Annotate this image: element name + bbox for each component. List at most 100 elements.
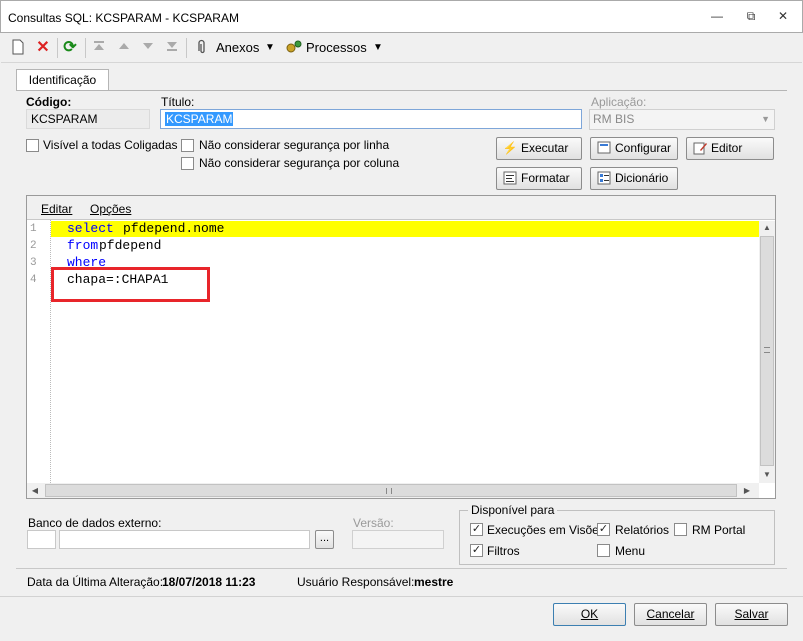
horizontal-scrollbar[interactable]: ◀ ▶ [27,483,759,498]
banco-code-input[interactable] [27,530,56,549]
codigo-field: KCSPARAM [26,109,150,129]
configure-icon [596,141,612,156]
delete-icon[interactable]: ✕ [34,39,52,57]
editor-menubar: Editar Opções [27,196,775,220]
code-line: 1 select pfdepend.nome [27,221,759,238]
versao-label: Versão: [353,516,394,530]
configurar-button[interactable]: Configurar [590,137,678,160]
code-keyword: select [67,221,114,236]
nao-seg-linha-label: Não considerar segurança por linha [199,138,390,152]
format-icon [502,171,518,186]
visivel-label: Visível a todas Coligadas [43,138,178,152]
banco-browse-button[interactable]: ... [315,530,334,549]
disponivel-title: Disponível para [468,503,558,517]
grip-icon [386,488,392,494]
menu-label: Menu [615,544,646,558]
relatorios-label: Relatórios [615,523,670,537]
banco-label: Banco de dados externo: [28,516,162,530]
processos-menu[interactable]: Processos [306,40,367,55]
tab-identificacao[interactable]: Identificação [16,69,109,91]
menu-checkbox[interactable] [597,544,610,557]
ok-button[interactable]: OK [553,603,626,626]
usuario-label: Usuário Responsável: [297,575,415,589]
filtros-checkbox[interactable]: ✓ [470,544,483,557]
relatorios-checkbox[interactable]: ✓ [597,523,610,536]
formatar-label: Formatar [521,171,570,185]
window-titlebar: Consultas SQL: KCSPARAM - KCSPARAM — ⧉ ✕ [0,0,803,33]
line-number: 3 [30,257,37,269]
execucoes-label: Execuções em Visões [487,523,605,537]
usuario-value: mestre [414,575,454,589]
horizontal-scroll-thumb[interactable] [45,484,737,497]
execucoes-checkbox[interactable]: ✓ [470,523,483,536]
nao-seg-coluna-checkbox[interactable] [181,157,194,170]
code-line: 2 from pfdepend [27,238,759,255]
line-number: 4 [30,274,37,286]
scroll-right-icon[interactable]: ▶ [739,483,755,498]
annotation-highlight-box [51,267,210,302]
configurar-label: Configurar [615,141,672,155]
first-record-icon[interactable] [90,39,108,57]
nao-seg-linha-checkbox[interactable] [181,139,194,152]
banco-name-input[interactable] [59,530,310,549]
scroll-up-icon[interactable]: ▲ [759,221,775,235]
titulo-label: Título: [161,95,195,109]
vertical-scroll-thumb[interactable] [760,236,774,466]
code-text: pfdepend.nome [123,221,225,236]
new-document-icon[interactable] [9,39,27,57]
anexos-dropdown-icon[interactable]: ▼ [265,42,275,53]
versao-input [352,530,444,549]
minimize-icon[interactable]: — [707,9,727,25]
rm-portal-label: RM Portal [692,523,746,537]
restore-icon[interactable]: ⧉ [741,9,761,25]
footer-divider [0,596,803,597]
cancelar-button[interactable]: Cancelar [634,603,707,626]
codigo-label: Código: [26,95,72,109]
processos-dropdown-icon[interactable]: ▼ [373,42,383,53]
next-record-icon[interactable] [139,39,157,57]
executar-button[interactable]: ⚡ Executar [496,137,582,160]
scroll-left-icon[interactable]: ◀ [27,483,43,498]
aplicacao-dropdown-icon: ▼ [761,114,770,124]
nao-seg-coluna-label: Não considerar segurança por coluna [199,156,400,170]
titulo-input[interactable]: KCSPARAM [160,109,582,129]
grip-icon [764,347,770,353]
dicionario-button[interactable]: Dicionário [590,167,678,190]
visivel-checkbox[interactable] [26,139,39,152]
anexos-menu[interactable]: Anexos [216,40,259,55]
gears-icon[interactable] [285,39,303,57]
editor-menu-opcoes[interactable]: Opções [90,202,131,216]
toolbar: ✕ ⟳ Anexos ▼ Processos ▼ [1,33,802,63]
editor-button[interactable]: Editor [686,137,774,160]
aplicacao-value: RM BIS [593,112,635,126]
data-alteracao-label: Data da Última Alteração: [27,575,164,589]
dictionary-icon [596,171,612,186]
scroll-down-icon[interactable]: ▼ [759,468,775,482]
editor-label: Editor [711,141,743,155]
formatar-button[interactable]: Formatar [496,167,582,190]
refresh-icon[interactable]: ⟳ [61,39,79,57]
code-keyword: from [67,238,99,253]
paperclip-icon[interactable] [193,39,211,57]
vertical-scrollbar[interactable]: ▲ ▼ [759,221,775,483]
titulo-selected-text: KCSPARAM [165,112,234,126]
window-title: Consultas SQL: KCSPARAM - KCSPARAM [8,11,239,25]
data-alteracao-value: 18/07/2018 11:23 [162,575,256,589]
sql-editor[interactable]: Editar Opções 1 select pfdepend.nome 2 f… [26,195,776,499]
salvar-button[interactable]: Salvar [715,603,788,626]
executar-label: Executar [521,141,569,155]
status-divider [16,568,787,569]
close-window-icon[interactable]: ✕ [773,9,793,25]
edit-pencil-icon [692,141,708,156]
filtros-label: Filtros [487,544,520,558]
code-text: pfdepend [99,238,162,253]
dicionario-label: Dicionário [615,171,669,185]
aplicacao-select: RM BIS ▼ [589,109,775,130]
aplicacao-label: Aplicação: [591,95,647,109]
lightning-icon: ⚡ [502,141,518,155]
previous-record-icon[interactable] [115,39,133,57]
last-record-icon[interactable] [163,39,181,57]
rm-portal-checkbox[interactable] [674,523,687,536]
line-number: 1 [30,223,37,235]
editor-menu-editar[interactable]: Editar [41,202,72,216]
